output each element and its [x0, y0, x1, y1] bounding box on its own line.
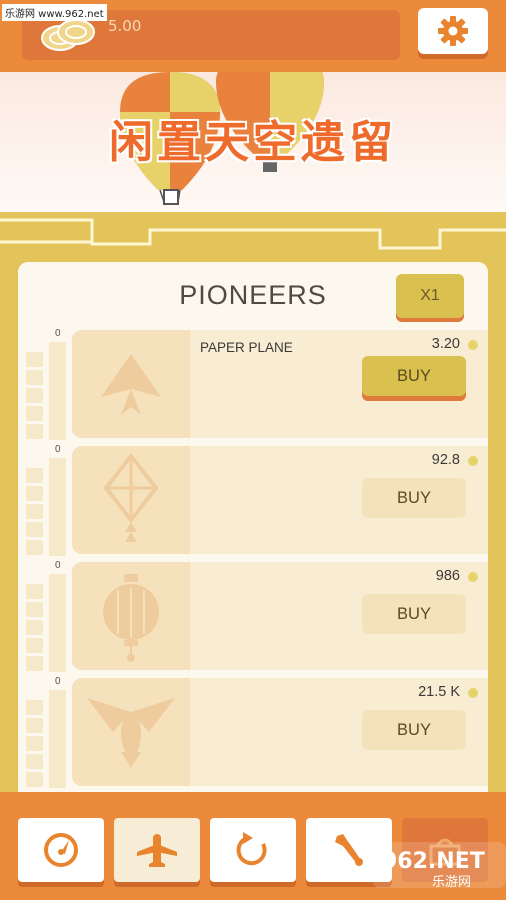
multiplier-button[interactable]: X1 — [396, 274, 464, 318]
item-name: PAPER PLANE — [200, 340, 293, 355]
kite-icon — [103, 452, 159, 542]
buy-button[interactable]: BUY — [362, 710, 466, 750]
refresh-icon — [236, 832, 267, 866]
lantern-icon — [103, 574, 159, 662]
coin-icon — [468, 688, 478, 698]
list-item: 0 986 BUY — [18, 560, 488, 672]
coin-value: 5.00 — [108, 17, 142, 35]
item-icon-area — [72, 330, 190, 438]
buy-button[interactable]: BUY — [362, 356, 466, 396]
owned-count: 0 — [55, 444, 61, 455]
coin-icon — [468, 456, 478, 466]
level-steps — [26, 584, 43, 674]
level-steps — [26, 468, 43, 558]
nav-speed-button[interactable] — [18, 818, 104, 882]
glider-bird-icon — [87, 698, 175, 768]
progress-bar — [49, 690, 66, 788]
level-steps — [26, 700, 43, 790]
list-item: 0 21.5 K BUY — [18, 676, 488, 788]
item-price: 3.20 — [431, 336, 460, 352]
svg-text:乐游网: 乐游网 — [432, 875, 471, 890]
game-title: 闲置天空遗留 — [109, 117, 397, 168]
nav-reset-button[interactable] — [210, 818, 296, 882]
progress-bar — [49, 342, 66, 440]
item-price: 21.5 K — [418, 684, 460, 700]
owned-count: 0 — [55, 676, 61, 687]
buy-button[interactable]: BUY — [362, 478, 466, 518]
watermark-top: 乐游网 www.962.net — [2, 4, 107, 21]
owned-count: 0 — [55, 560, 61, 571]
item-price: 986 — [435, 568, 460, 584]
pioneers-panel: PIONEERS X1 0 PAPER PLANE 3.20 BUY 0 92.… — [18, 262, 488, 800]
sky-banner: 闲置天空遗留 — [0, 72, 506, 218]
wrench-icon — [335, 834, 363, 866]
gear-icon — [438, 16, 468, 46]
progress-bar — [49, 574, 66, 672]
settings-button[interactable] — [418, 8, 488, 54]
watermark-logo: 962.NET 乐游网 — [372, 842, 506, 890]
item-card: 986 BUY — [72, 562, 488, 670]
item-icon-area — [72, 678, 190, 786]
buy-button[interactable]: BUY — [362, 594, 466, 634]
progress-bar — [49, 458, 66, 556]
airplane-icon — [137, 834, 177, 867]
bottom-nav: 962.NET 乐游网 — [0, 792, 506, 900]
item-icon-area — [72, 562, 190, 670]
owned-count: 0 — [55, 328, 61, 339]
nav-pioneers-button[interactable] — [114, 818, 200, 882]
item-card: PAPER PLANE 3.20 BUY — [72, 330, 488, 438]
item-icon-area — [72, 446, 190, 554]
coin-icon — [468, 340, 478, 350]
item-card: 92.8 BUY — [72, 446, 488, 554]
list-item: 0 92.8 BUY — [18, 444, 488, 556]
item-card: 21.5 K BUY — [72, 678, 488, 786]
coins-icon — [41, 19, 95, 51]
list-item: 0 PAPER PLANE 3.20 BUY — [18, 328, 488, 440]
compass-icon — [44, 833, 78, 867]
coin-icon — [468, 572, 478, 582]
paper-plane-icon — [101, 354, 161, 415]
svg-text:962.NET: 962.NET — [382, 849, 485, 874]
item-price: 92.8 — [431, 452, 460, 468]
level-steps — [26, 352, 43, 442]
